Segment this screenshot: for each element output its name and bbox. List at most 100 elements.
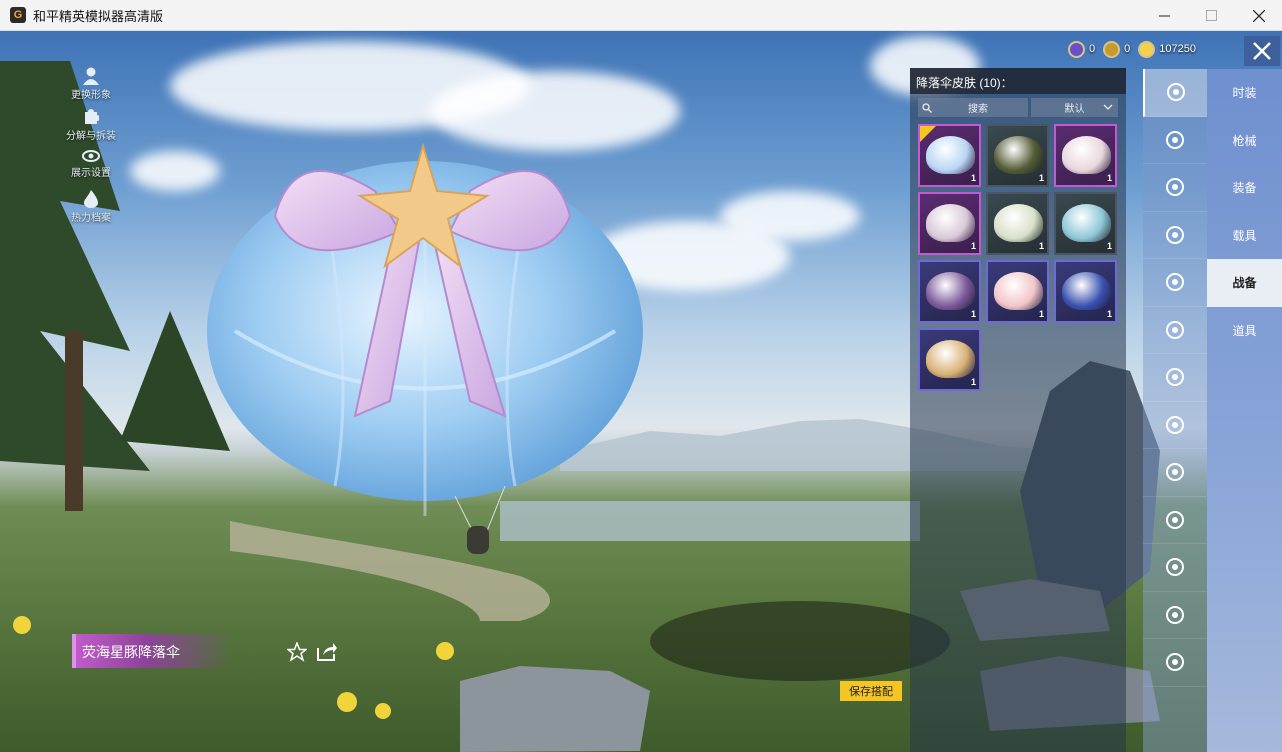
skin-count: 1 <box>1038 173 1044 183</box>
skin-count: 1 <box>1106 173 1112 183</box>
emote-icon <box>1166 273 1184 292</box>
menu-display-settings[interactable]: 展示设置 <box>56 149 126 190</box>
menu-label: 分解与拆装 <box>66 131 116 142</box>
parachute-thumbnail <box>1062 204 1111 242</box>
app-icon: G <box>10 7 26 23</box>
share-icon <box>317 643 337 661</box>
coin-gold-ring-icon <box>1103 40 1121 58</box>
search-label: 搜索 <box>968 104 988 115</box>
window-close-button[interactable] <box>1235 0 1282 31</box>
plane-icon <box>1166 225 1184 244</box>
parachute-thumbnail <box>926 340 975 378</box>
star-icon <box>285 640 309 662</box>
subcategory-tab[interactable] <box>1143 639 1207 687</box>
category-tab[interactable]: 载具 <box>1207 212 1282 260</box>
menu-dismantle[interactable]: 分解与拆装 <box>56 108 126 149</box>
skin-tile[interactable]: 1 <box>918 124 981 187</box>
parachute-thumbnail <box>926 272 975 310</box>
parachute-thumbnail <box>994 204 1043 242</box>
skin-count: 1 <box>970 377 976 387</box>
sparkle-icon <box>1166 605 1184 624</box>
item-name-banner: 荧海星豚降落伞 <box>72 634 232 668</box>
hand-icon <box>1166 558 1184 577</box>
menu-heat-archive[interactable]: 热力档案 <box>56 190 126 231</box>
window-titlebar: G 和平精英模拟器高清版 <box>0 0 1282 31</box>
skin-count: 1 <box>970 309 976 319</box>
skin-tile[interactable]: 1 <box>986 124 1049 187</box>
subcategory-tab[interactable] <box>1143 544 1207 592</box>
skin-tile[interactable]: 1 <box>1054 124 1117 187</box>
sort-label: 默认 <box>1064 104 1085 115</box>
search-input[interactable]: 搜索 <box>918 98 1028 117</box>
subcategory-tab[interactable] <box>1143 497 1207 544</box>
parachute-thumbnail <box>994 272 1043 310</box>
robot-icon <box>1166 320 1184 339</box>
skin-count: 1 <box>1038 309 1044 319</box>
subcategory-tab[interactable] <box>1143 164 1207 212</box>
currency-value: 0 <box>1089 43 1096 55</box>
currency-value: 107250 <box>1159 43 1196 55</box>
coin-yellow-icon <box>1138 40 1156 58</box>
subcategory-tab[interactable] <box>1143 212 1207 259</box>
skin-tile[interactable]: 1 <box>1054 192 1117 255</box>
menu-label: 展示设置 <box>71 168 111 179</box>
parachute-model <box>207 142 643 554</box>
subcategory-tab[interactable] <box>1143 354 1207 402</box>
window-title: 和平精英模拟器高清版 <box>33 8 164 24</box>
search-icon <box>922 102 932 113</box>
category-tab[interactable]: 战备 <box>1207 259 1282 307</box>
skin-panel: 降落伞皮肤 (10)： 搜索 默认 1 1 1 1 1 1 1 1 1 1 <box>910 68 1126 752</box>
subcategory-tab[interactable] <box>1143 402 1207 449</box>
chevron-down-icon <box>1103 104 1113 110</box>
close-icon <box>1253 42 1271 60</box>
skin-tile[interactable]: 1 <box>1054 260 1117 323</box>
currency-item[interactable]: 107250 <box>1138 40 1196 58</box>
parachute-thumbnail <box>1062 136 1111 174</box>
coin-purple-icon <box>1068 40 1085 58</box>
subcategory-tab[interactable] <box>1143 117 1207 164</box>
skin-panel-header: 降落伞皮肤 (10)： <box>910 68 1126 94</box>
skin-count: 1 <box>1106 309 1112 319</box>
subcategory-tab[interactable] <box>1143 449 1207 497</box>
save-outfit-button[interactable]: 保存搭配 <box>840 681 902 701</box>
skin-count: 1 <box>1106 241 1112 251</box>
drone-icon <box>1166 178 1184 197</box>
category-tab[interactable]: 枪械 <box>1207 117 1282 165</box>
skin-tile[interactable]: 1 <box>986 260 1049 323</box>
menu-change-appearance[interactable]: 更换形象 <box>56 67 126 108</box>
parachute-thumbnail <box>926 204 975 242</box>
puzzle-icon <box>85 109 99 124</box>
left-menu: 更换形象 分解与拆装 展示设置 热力档案 <box>56 67 126 231</box>
category-tab[interactable]: 装备 <box>1207 164 1282 212</box>
category-column: 时装 枪械 装备 载具 战备 道具 <box>1207 69 1282 752</box>
maximize-button[interactable] <box>1188 0 1235 31</box>
sort-dropdown[interactable]: 默认 <box>1031 98 1118 117</box>
favorite-button[interactable] <box>285 640 309 667</box>
boat-icon <box>1166 130 1184 149</box>
skin-tile[interactable]: 1 <box>986 192 1049 255</box>
parachute-thumbnail <box>994 136 1043 174</box>
currency-item[interactable]: 0 <box>1103 40 1131 58</box>
skin-tile[interactable]: 1 <box>918 328 981 391</box>
subcategory-tab[interactable] <box>1143 259 1207 307</box>
category-tab[interactable]: 道具 <box>1207 307 1282 355</box>
selected-check-icon <box>920 126 936 142</box>
currency-item[interactable]: 0 <box>1068 40 1096 58</box>
minimize-button[interactable] <box>1141 0 1188 31</box>
photo-icon <box>1166 463 1184 482</box>
close-button[interactable] <box>1244 36 1280 66</box>
category-tab[interactable]: 时装 <box>1207 69 1282 117</box>
subcategory-tab[interactable] <box>1143 307 1207 354</box>
game-viewport: 更换形象 分解与拆装 展示设置 热力档案 0 0 107250 降落伞皮肤 (1… <box>0 31 1282 752</box>
skin-count: 1 <box>970 173 976 183</box>
currency-bar: 0 0 107250 <box>1068 38 1204 60</box>
menu-label: 热力档案 <box>71 213 111 224</box>
parachute-thumbnail <box>1062 272 1111 310</box>
subcategory-tab[interactable] <box>1143 69 1207 117</box>
skin-tile[interactable]: 1 <box>918 260 981 323</box>
skin-tile[interactable]: 1 <box>918 192 981 255</box>
subcategory-tab[interactable] <box>1143 592 1207 639</box>
menu-label: 更换形象 <box>71 90 111 101</box>
currency-value: 0 <box>1124 43 1131 55</box>
share-button[interactable] <box>316 642 338 667</box>
